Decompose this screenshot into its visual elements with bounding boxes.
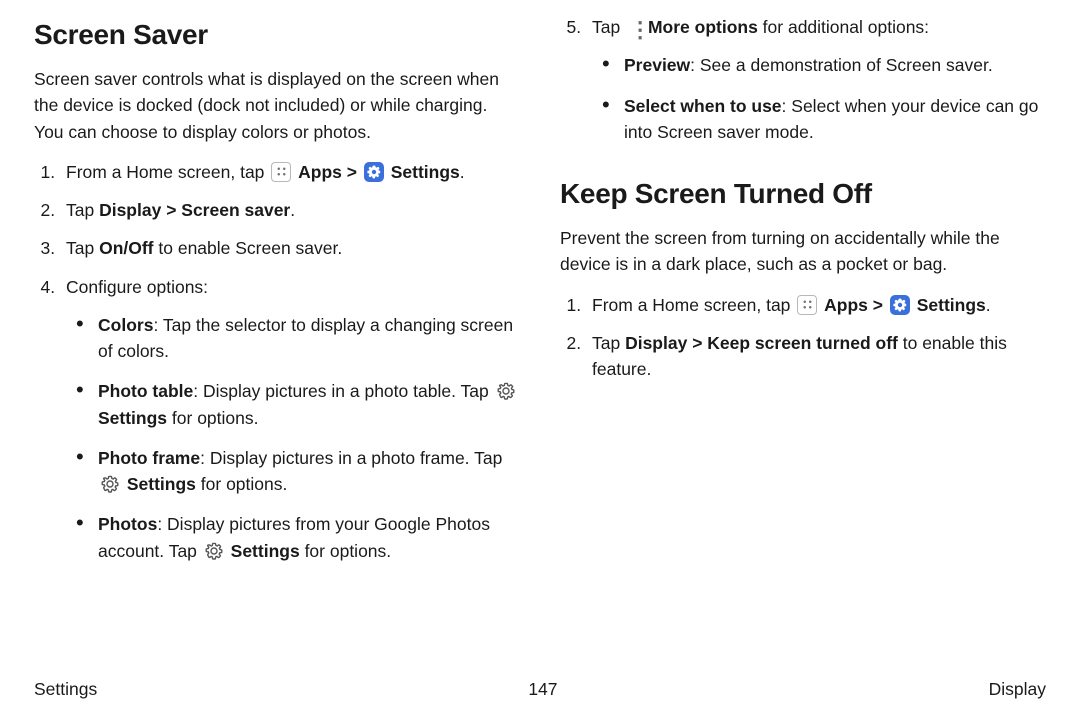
steps-continued: Tap More options for additional options:… [560, 14, 1046, 145]
step2-1: From a Home screen, tap Apps > Settings. [586, 292, 1046, 318]
more-options-icon [627, 17, 641, 37]
opt-colors: Colors: Tap the selector to display a ch… [94, 312, 520, 365]
opt-preview: Preview: See a demonstration of Screen s… [620, 52, 1046, 78]
configure-options: Colors: Tap the selector to display a ch… [66, 312, 520, 564]
step-3: Tap On/Off to enable Screen saver. [60, 235, 520, 261]
footer-topic: Display [989, 676, 1046, 702]
step-5: Tap More options for additional options:… [586, 14, 1046, 145]
settings-gear-icon [364, 162, 384, 182]
settings-outline-icon [100, 474, 120, 494]
footer-page-number: 147 [528, 676, 557, 702]
page-footer: Settings 147 Display [34, 676, 1046, 702]
step-1: From a Home screen, tap Apps > Settings. [60, 159, 520, 185]
settings-outline-icon [496, 381, 516, 401]
settings-outline-icon [204, 541, 224, 561]
opt-photo-table: Photo table: Display pictures in a photo… [94, 378, 520, 431]
left-column: Screen Saver Screen saver controls what … [34, 14, 520, 654]
heading-keep-screen-off: Keep Screen Turned Off [560, 173, 1046, 215]
apps-icon [271, 162, 291, 182]
footer-section: Settings [34, 676, 97, 702]
intro-keep-screen-off: Prevent the screen from turning on accid… [560, 225, 1046, 278]
right-column: Tap More options for additional options:… [560, 14, 1046, 654]
settings-gear-icon [890, 295, 910, 315]
step2-2: Tap Display > Keep screen turned off to … [586, 330, 1046, 383]
opt-photos: Photos: Display pictures from your Googl… [94, 511, 520, 564]
apps-icon [797, 295, 817, 315]
intro-screen-saver: Screen saver controls what is displayed … [34, 66, 520, 145]
steps-screen-saver: From a Home screen, tap Apps > Settings.… [34, 159, 520, 564]
opt-photo-frame: Photo frame: Display pictures in a photo… [94, 445, 520, 498]
heading-screen-saver: Screen Saver [34, 14, 520, 56]
step-2: Tap Display > Screen saver. [60, 197, 520, 223]
step-4: Configure options: Colors: Tap the selec… [60, 274, 520, 564]
steps-keep-screen-off: From a Home screen, tap Apps > Settings.… [560, 292, 1046, 383]
opt-select-when: Select when to use: Select when your dev… [620, 93, 1046, 146]
more-options-list: Preview: See a demonstration of Screen s… [592, 52, 1046, 145]
